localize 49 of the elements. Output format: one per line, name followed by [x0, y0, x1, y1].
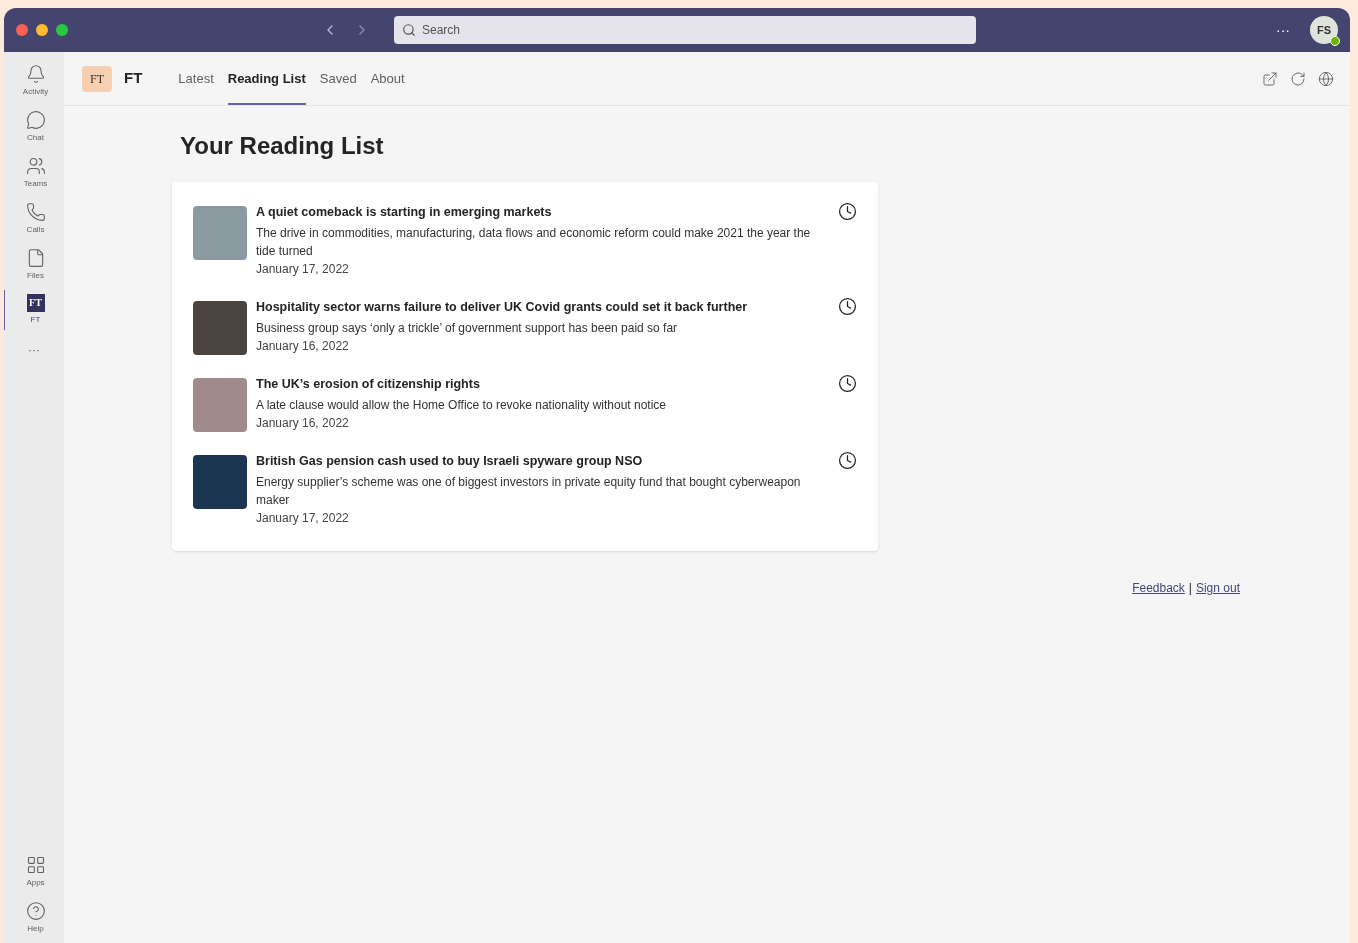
tab[interactable]: Latest	[178, 52, 214, 105]
more-options[interactable]: ···	[1276, 20, 1290, 40]
sidebar-item[interactable]: Chat	[4, 106, 66, 148]
article-date: January 16, 2022	[256, 415, 350, 432]
clock-icon[interactable]	[838, 451, 857, 470]
article-summary: A late clause would allow the Home Office to revoke nationality without notice	[256, 397, 667, 414]
search-field[interactable]: Search	[394, 16, 976, 44]
article-title[interactable]: The UK’s erosion of citizenship rights	[256, 374, 829, 394]
sidebar-item[interactable]: Apps	[4, 851, 66, 893]
chat-icon	[25, 110, 46, 130]
article-date: January 17, 2022	[256, 510, 350, 527]
bell-icon	[25, 64, 46, 84]
article-title[interactable]: British Gas pension cash used to buy Israeli spyware group NSO	[256, 451, 829, 471]
app-logo: FT	[82, 65, 112, 92]
sidebar-item[interactable]: FT FT	[4, 290, 66, 330]
feedback-link[interactable]: Feedback	[1132, 579, 1185, 597]
article-date: January 16, 2022	[256, 338, 350, 355]
sidebar-item[interactable]: Help	[4, 897, 66, 939]
article-summary: Business group says ‘only a trickle’ of government support has been paid so far	[256, 320, 679, 337]
app-logo: FT	[26, 294, 45, 312]
app-name: FT	[124, 68, 143, 89]
article-title[interactable]: A quiet comeback is starting in emerging markets	[256, 202, 829, 222]
search-icon	[402, 23, 416, 37]
grid-icon	[25, 855, 46, 875]
page-title: Your Reading List	[180, 131, 385, 161]
refresh-icon[interactable]	[1290, 70, 1306, 87]
article-date: January 17, 2022	[256, 261, 350, 278]
tab[interactable]: Saved	[319, 52, 357, 105]
sign-out-link[interactable]: Sign out	[1195, 579, 1240, 597]
globe-icon[interactable]	[1318, 70, 1334, 87]
link-separator: |	[1188, 580, 1192, 597]
clock-icon[interactable]	[838, 374, 857, 393]
more-apps[interactable]: ···	[28, 342, 40, 358]
sidebar-item[interactable]: Teams	[4, 152, 66, 194]
phone-icon	[25, 202, 46, 222]
user-avatar[interactable]: FS	[1310, 16, 1338, 44]
tab[interactable]: About	[370, 52, 405, 105]
article-title[interactable]: Hospitality sector warns failure to deliver UK Covid grants could set it back further	[256, 297, 829, 317]
sidebar-item[interactable]: Files	[4, 244, 66, 286]
article-summary: The drive in commodities, manufacturing, data flows and economic reform could make 2021 the year the tide turned	[256, 225, 812, 260]
sidebar-item[interactable]: Activity	[4, 60, 66, 102]
sidebar-item[interactable]: Calls	[4, 198, 66, 240]
pop-out-icon[interactable]	[1262, 70, 1278, 87]
help-icon	[25, 901, 46, 921]
people-icon	[25, 156, 46, 176]
tab[interactable]: Reading List	[227, 52, 306, 105]
article-summary: Energy supplier’s scheme was one of biggest investors in private equity fund that bought cyberweapon maker	[256, 474, 802, 509]
clock-icon[interactable]	[838, 297, 857, 316]
clock-icon[interactable]	[838, 202, 857, 221]
